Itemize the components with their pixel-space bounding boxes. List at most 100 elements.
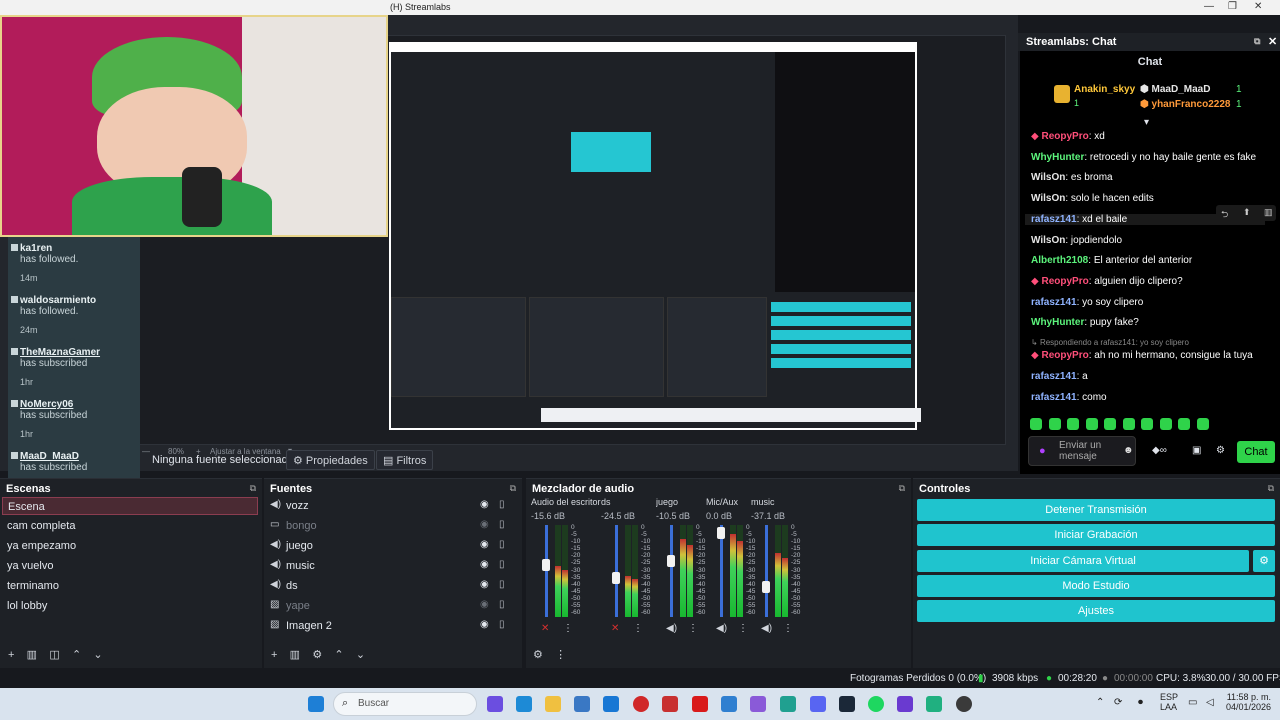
app-icon-4[interactable] — [780, 696, 796, 712]
event-user[interactable]: TheMaznaGamer — [20, 347, 100, 358]
outlook-icon[interactable] — [603, 696, 619, 712]
fader-knob[interactable] — [542, 559, 550, 572]
fader-knob[interactable] — [667, 555, 675, 568]
lock-icon[interactable]: ▯ — [499, 599, 505, 610]
chat-message[interactable]: ◆ ReopyPro: ah no mi hermano, consigue l… — [1031, 350, 1253, 361]
taskbar-search[interactable]: ⌕ Buscar — [333, 692, 477, 716]
source-item[interactable]: ◀) ds ◉ ▯ — [270, 578, 518, 596]
emote-icon[interactable] — [1067, 418, 1079, 430]
discord-icon[interactable] — [810, 696, 826, 712]
eye-icon[interactable]: ◉ — [480, 559, 489, 570]
scene-item[interactable]: lol lobby — [2, 597, 258, 615]
source-item[interactable]: ▨ yape ◉ ▯ — [270, 598, 518, 616]
lock-icon[interactable]: ▯ — [499, 559, 505, 570]
volume-fader[interactable] — [670, 525, 673, 617]
more-icon[interactable]: ⋮ — [688, 623, 698, 634]
event-user[interactable]: MaaD_MaaD — [20, 451, 79, 462]
emote-icon[interactable] — [1122, 418, 1135, 430]
eye-icon[interactable]: ◉ — [480, 499, 489, 510]
emote-icon[interactable] — [1048, 418, 1061, 430]
mixer-settings-icon[interactable]: ⚙ — [533, 649, 543, 661]
emote-icon[interactable] — [1159, 418, 1172, 430]
move-up-icon[interactable]: ⌃ — [334, 649, 343, 661]
source-item[interactable]: ▨ Imagen 2 ◉ ▯ — [270, 618, 518, 636]
lock-icon[interactable]: ▯ — [499, 619, 505, 630]
volume-fader[interactable] — [765, 525, 768, 617]
chat-username[interactable]: WhyHunter — [1031, 317, 1084, 328]
control-button[interactable]: Iniciar Grabación — [917, 524, 1275, 547]
fader-knob[interactable] — [762, 580, 770, 593]
properties-button[interactable]: ⚙ Propiedades — [286, 450, 375, 470]
chat-message[interactable]: ◆ ReopyPro: xd — [1031, 131, 1105, 142]
chat-username[interactable]: Alberth2108 — [1031, 255, 1088, 266]
minimize-icon[interactable]: — — [1204, 1, 1214, 12]
lock-icon[interactable]: ▯ — [499, 499, 505, 510]
event-user[interactable]: NoMercy06 — [20, 399, 73, 410]
speaker-icon[interactable]: ◀) — [716, 623, 727, 634]
undock-icon[interactable]: ⧉ — [250, 483, 256, 494]
source-item[interactable]: ▭ bongo ◉ ▯ — [270, 518, 518, 536]
virtual-camera-settings-button[interactable]: ⚙ — [1253, 550, 1275, 572]
points-icon[interactable]: ◆∞ — [1152, 445, 1167, 456]
delete-icon[interactable]: ▥ — [290, 649, 300, 661]
app-icon-5[interactable] — [897, 696, 913, 712]
emote-icon[interactable] — [1196, 418, 1209, 430]
chat-username[interactable]: rafasz141 — [1031, 297, 1077, 308]
speaker-icon[interactable]: ◀) — [761, 623, 772, 634]
filter-icon[interactable]: ◫ — [49, 649, 59, 661]
volume-icon[interactable]: ◁ — [1206, 697, 1214, 708]
move-down-icon[interactable]: ⌄ — [93, 649, 102, 661]
store-icon[interactable] — [574, 696, 590, 712]
scene-item[interactable]: ya vuelvo — [2, 557, 258, 575]
chat-message[interactable]: WhyHunter: retrocedi y no hay baile gent… — [1031, 152, 1256, 163]
chat-username[interactable]: WilsOn — [1031, 235, 1065, 246]
gift-icon[interactable]: ▣ — [1192, 445, 1201, 456]
source-item[interactable]: ◀) juego ◉ ▯ — [270, 538, 518, 556]
sync-icon[interactable]: ⟳ — [1114, 697, 1122, 708]
filters-button[interactable]: ▤ Filtros — [376, 450, 434, 470]
app-icon-3[interactable] — [750, 696, 766, 712]
eye-hidden-icon[interactable]: ◉ — [480, 519, 489, 530]
delete-icon[interactable]: ▥ — [27, 649, 37, 661]
chevron-up-icon[interactable]: ⌃ — [1096, 697, 1104, 708]
undock-icon[interactable]: ⧉ — [899, 483, 905, 494]
more-icon[interactable]: ⋮ — [563, 623, 573, 634]
more-icon[interactable]: ⋮ — [633, 623, 643, 634]
app-icon-6[interactable] — [926, 696, 942, 712]
delete-icon[interactable]: ▥ — [1264, 207, 1273, 218]
chat-username[interactable]: WilsOn — [1031, 193, 1065, 204]
scene-item[interactable]: terminamo — [2, 577, 258, 595]
settings-icon[interactable]: ⚙ — [1216, 445, 1225, 456]
chat-username[interactable]: ReopyPro — [1041, 350, 1088, 361]
chat-message[interactable]: WhyHunter: pupy fake? — [1031, 317, 1139, 328]
speaker-icon[interactable]: ◀) — [666, 623, 677, 634]
more-icon[interactable]: ⋮ — [555, 649, 566, 661]
muted-icon[interactable]: ✕ — [611, 623, 619, 634]
add-icon[interactable]: + — [271, 649, 277, 661]
chat-input[interactable]: ● Enviar un mensaje ☻ — [1028, 436, 1136, 466]
emote-icon[interactable] — [1178, 418, 1190, 430]
eye-hidden-icon[interactable]: ◉ — [480, 599, 489, 610]
app-icon-2[interactable] — [721, 696, 737, 712]
chat-message[interactable]: WilsOn: es broma — [1031, 172, 1113, 183]
chat-message[interactable]: WilsOn: solo le hacen edits — [1031, 193, 1154, 204]
more-icon[interactable]: ⋮ — [738, 623, 748, 634]
chat-send-button[interactable]: Chat — [1237, 441, 1275, 463]
lock-icon[interactable]: ▯ — [499, 519, 505, 530]
source-item[interactable]: ◀) music ◉ ▯ — [270, 558, 518, 576]
mic-icon[interactable]: ● — [1039, 445, 1046, 457]
opera-icon[interactable] — [633, 696, 649, 712]
eye-icon[interactable]: ◉ — [480, 579, 489, 590]
chat-username[interactable]: ReopyPro — [1041, 131, 1088, 142]
chat-username[interactable]: rafasz141 — [1031, 392, 1077, 403]
chat-message[interactable]: rafasz141: como — [1031, 392, 1107, 403]
pin-icon[interactable]: ⬆ — [1243, 207, 1251, 218]
chat-username[interactable]: ReopyPro — [1041, 276, 1088, 287]
chat-message[interactable]: rafasz141: a — [1031, 371, 1088, 382]
undock-icon[interactable]: ⧉ — [510, 483, 516, 494]
close-icon[interactable]: ✕ — [1254, 1, 1262, 12]
gear-icon[interactable]: ⚙ — [312, 649, 322, 661]
muted-icon[interactable]: ✕ — [541, 623, 549, 634]
add-icon[interactable]: + — [8, 649, 14, 661]
obs-icon[interactable] — [956, 696, 972, 712]
